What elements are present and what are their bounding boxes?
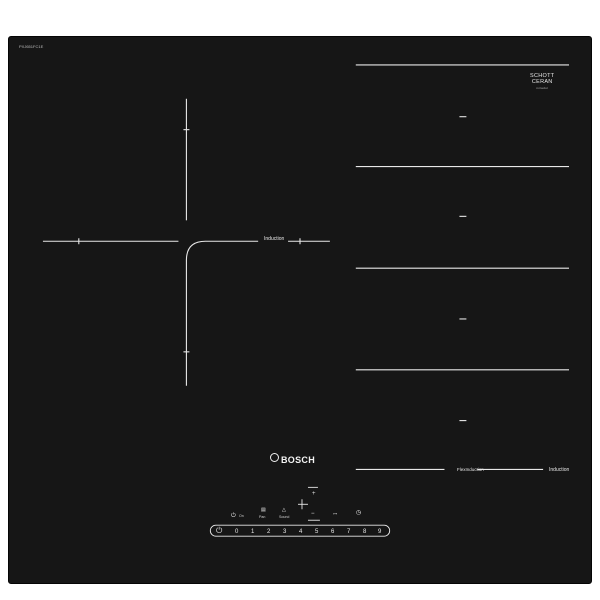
flex-zone-label: FlexInduction bbox=[457, 467, 484, 472]
scale-5[interactable]: 5 bbox=[315, 529, 318, 535]
sound-icon[interactable]: △ bbox=[282, 507, 286, 513]
scale-2[interactable]: 2 bbox=[267, 529, 270, 535]
left-zone-markings bbox=[42, 98, 330, 386]
scale-4[interactable]: 4 bbox=[299, 529, 302, 535]
scale-0[interactable]: 0 bbox=[235, 529, 238, 535]
scale-7[interactable]: 7 bbox=[347, 529, 350, 535]
timer-icon[interactable]: ◷ bbox=[356, 510, 361, 516]
pan-label: Pan bbox=[259, 515, 266, 519]
minus-button[interactable]: − bbox=[311, 511, 315, 517]
power-icon[interactable]: ⏻ bbox=[231, 513, 236, 519]
bosch-logo-icon bbox=[270, 453, 279, 462]
left-zone-label: Induction bbox=[264, 236, 285, 242]
left-zone-corner-curve bbox=[185, 240, 259, 386]
scale-3[interactable]: 3 bbox=[283, 529, 286, 535]
plus-button[interactable]: + bbox=[312, 491, 316, 497]
power-label: On bbox=[239, 514, 244, 518]
scale-1[interactable]: 1 bbox=[251, 529, 254, 535]
key-icon[interactable]: ⊶ bbox=[333, 511, 337, 517]
glass-brand-line3: miradur bbox=[536, 86, 549, 90]
pan-icon[interactable]: ▤ bbox=[261, 507, 266, 513]
brand-name: BOSCH bbox=[281, 455, 316, 465]
right-zone-label: Induction bbox=[549, 467, 570, 473]
cooktop-markings bbox=[42, 64, 570, 537]
sound-label: Sound bbox=[279, 515, 290, 519]
scale-8[interactable]: 8 bbox=[363, 529, 366, 535]
scale-power-icon[interactable]: ⏻ bbox=[216, 527, 222, 535]
flex-zone-markings bbox=[355, 64, 570, 470]
model-number: PXJ651FC1E bbox=[19, 44, 44, 49]
glass-brand-logo: SCHOTT CERAN miradur bbox=[530, 73, 554, 91]
scale-9[interactable]: 9 bbox=[378, 529, 381, 535]
induction-cooktop: PXJ651FC1E SCHOTT CERAN miradur Inductio… bbox=[8, 36, 592, 584]
scale-6[interactable]: 6 bbox=[331, 529, 334, 535]
